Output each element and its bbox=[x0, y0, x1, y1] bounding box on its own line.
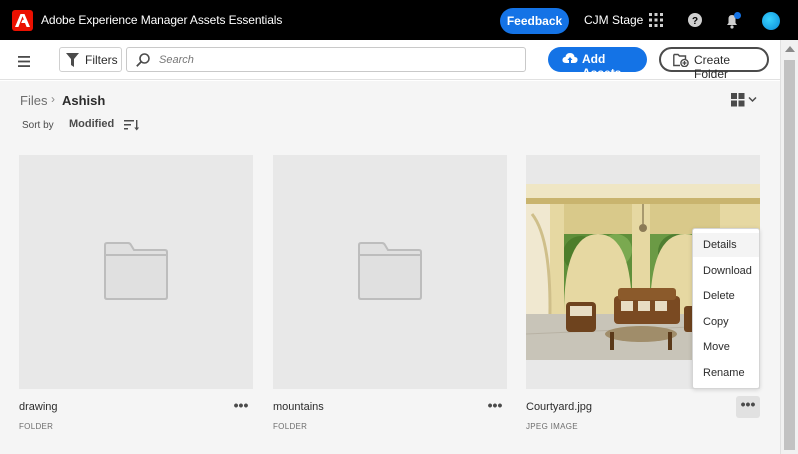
add-assets-button[interactable]: Add Assets bbox=[548, 47, 647, 80]
avatar[interactable] bbox=[762, 12, 780, 30]
asset-context-menu: Details Download Delete Copy Move Rename bbox=[692, 228, 760, 389]
more-actions-button-active[interactable]: ••• bbox=[736, 396, 760, 418]
sort-field-picker[interactable]: Modified bbox=[69, 118, 114, 130]
bell-icon[interactable] bbox=[724, 12, 741, 29]
help-icon[interactable]: ? bbox=[688, 13, 702, 27]
toolbar: Filters Add Assets bbox=[0, 40, 780, 81]
feedback-button[interactable]: Feedback bbox=[500, 8, 569, 34]
create-folder-button[interactable]: Create Folder bbox=[659, 47, 769, 81]
vertical-scrollbar[interactable] bbox=[780, 40, 798, 454]
sort-direction-icon[interactable] bbox=[124, 118, 140, 132]
scroll-up-arrow-icon[interactable] bbox=[785, 46, 795, 52]
search-icon bbox=[136, 53, 150, 72]
filters-label: Filters bbox=[85, 53, 118, 67]
folder-icon bbox=[104, 242, 168, 305]
apps-grid-icon[interactable] bbox=[649, 13, 663, 27]
asset-name[interactable]: Courtyard.jpg bbox=[526, 401, 592, 413]
menu-item-rename[interactable]: Rename bbox=[693, 361, 759, 385]
menu-item-delete[interactable]: Delete bbox=[693, 284, 759, 308]
create-folder-label: Create Folder bbox=[694, 53, 731, 81]
menu-item-move[interactable]: Move bbox=[693, 335, 759, 359]
menu-item-details[interactable]: Details bbox=[693, 233, 759, 257]
asset-name[interactable]: drawing bbox=[19, 401, 58, 413]
cloud-upload-icon bbox=[562, 52, 578, 69]
app-title: Adobe Experience Manager Assets Essentia… bbox=[41, 13, 283, 27]
search-input[interactable] bbox=[159, 51, 509, 69]
folder-icon bbox=[358, 242, 422, 305]
asset-type: FOLDER bbox=[19, 422, 54, 431]
more-actions-button[interactable]: ••• bbox=[483, 397, 507, 419]
scrollbar-thumb[interactable] bbox=[784, 60, 795, 450]
asset-browser: Files › Ashish Sort by Modified drawing bbox=[0, 81, 780, 454]
breadcrumb-files[interactable]: Files bbox=[20, 93, 47, 108]
asset-type: JPEG IMAGE bbox=[526, 422, 578, 431]
folder-add-icon bbox=[673, 53, 689, 70]
filters-button[interactable]: Filters bbox=[59, 47, 122, 72]
search-field[interactable] bbox=[126, 47, 526, 72]
menu-item-download[interactable]: Download bbox=[693, 259, 759, 283]
grid-view-icon bbox=[731, 93, 745, 107]
org-switcher[interactable]: CJM Stage bbox=[584, 13, 643, 27]
more-actions-button[interactable]: ••• bbox=[229, 397, 253, 419]
asset-type: FOLDER bbox=[273, 422, 308, 431]
view-toggle-button[interactable] bbox=[731, 92, 759, 108]
funnel-icon bbox=[66, 53, 79, 72]
svg-text:?: ? bbox=[692, 16, 698, 27]
top-bar: Adobe Experience Manager Assets Essentia… bbox=[0, 0, 798, 40]
asset-card-drawing[interactable] bbox=[19, 155, 253, 389]
breadcrumb: Files › Ashish bbox=[20, 92, 105, 108]
breadcrumb-separator: › bbox=[51, 92, 55, 106]
asset-name[interactable]: mountains bbox=[273, 401, 324, 413]
menu-item-copy[interactable]: Copy bbox=[693, 310, 759, 334]
add-assets-label: Add Assets bbox=[582, 52, 622, 80]
asset-card-mountains[interactable] bbox=[273, 155, 507, 389]
hamburger-menu-icon[interactable] bbox=[18, 54, 30, 67]
sort-label: Sort by bbox=[22, 120, 54, 131]
adobe-logo-icon[interactable] bbox=[12, 10, 33, 31]
chevron-down-icon bbox=[748, 96, 757, 103]
breadcrumb-current: Ashish bbox=[62, 93, 106, 108]
